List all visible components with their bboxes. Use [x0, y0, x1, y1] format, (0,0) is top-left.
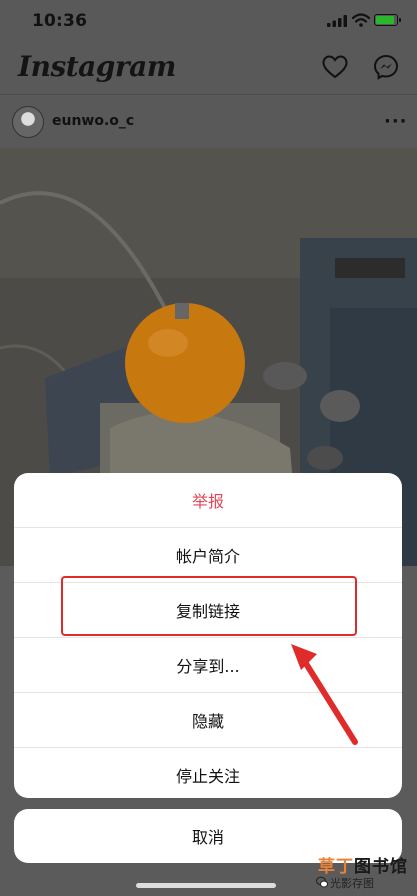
wifi-icon: [352, 13, 370, 27]
avatar[interactable]: [12, 106, 44, 138]
status-time: 10:36: [32, 11, 88, 31]
post-username[interactable]: eunwo.o_c: [52, 113, 134, 129]
more-icon[interactable]: ···: [384, 111, 408, 132]
status-bar: 10:36: [0, 0, 417, 42]
watermark: 草丁图书馆 光影存图: [316, 852, 412, 892]
home-indicator: [136, 883, 276, 888]
annotation-arrow-icon: [291, 644, 358, 745]
wechat-logo-icon: [316, 876, 328, 888]
watermark-subtitle: 光影存图: [330, 877, 374, 890]
messenger-icon[interactable]: [373, 54, 399, 80]
watermark-title-suffix: 图书馆: [354, 857, 408, 877]
app-header: Instagram: [0, 42, 417, 94]
account-profile-option[interactable]: 帐户简介: [14, 528, 402, 583]
heart-icon[interactable]: [322, 55, 348, 79]
signal-icon: [327, 15, 347, 27]
post-header: eunwo.o_c ···: [0, 94, 417, 147]
watermark-title-prefix: 草丁: [318, 857, 354, 877]
unfollow-option[interactable]: 停止关注: [14, 748, 402, 798]
instagram-logo: Instagram: [18, 50, 176, 83]
battery-icon: [374, 14, 401, 26]
annotation-highlight-box: [61, 576, 357, 636]
watermark-title: 草丁图书馆: [318, 852, 408, 877]
report-option[interactable]: 举报: [14, 473, 402, 528]
